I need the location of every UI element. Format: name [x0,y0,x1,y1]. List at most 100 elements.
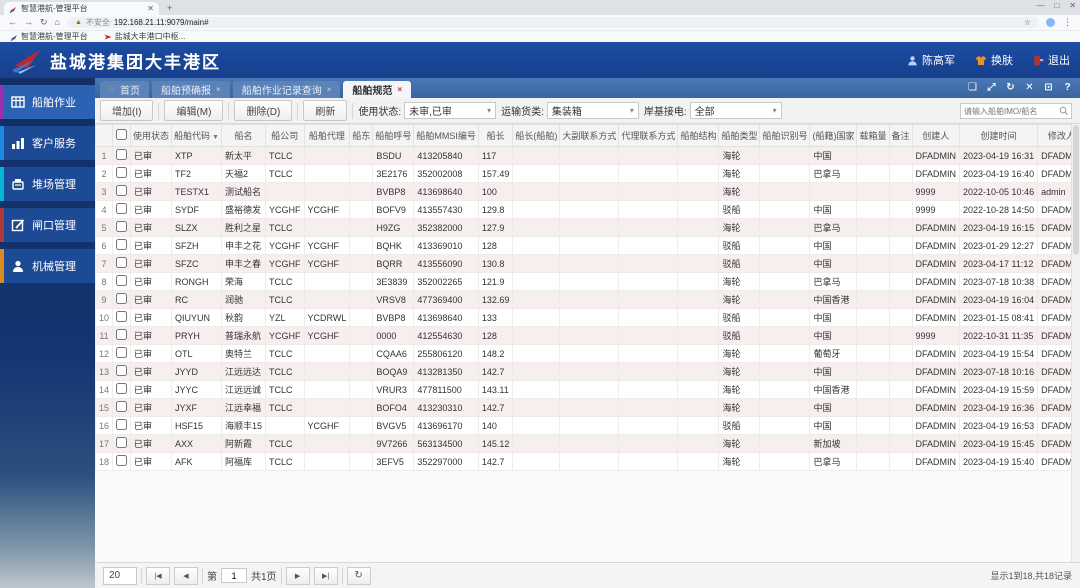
window-close-button[interactable]: ✕ [1069,1,1076,10]
fullscreen-icon[interactable]: ⤢ [984,80,999,95]
row-checkbox[interactable] [116,419,128,430]
table-row[interactable]: 10 已审 QIUYUN 秋韵 YZL YCDRWL BVBP8 413698640 133 驳船… [95,308,1080,327]
row-checkbox[interactable] [116,401,128,412]
row-checkbox[interactable] [116,455,128,466]
tab-close-icon[interactable]: × [397,85,402,94]
column-header[interactable]: 船舶类型 [718,124,761,147]
table-row[interactable]: 12 已审 OTL 奥特兰 TCLC CQAA6 255806120 148.2 海轮 葡萄牙 DF… [95,344,1080,363]
filter-select[interactable]: 全部 ▾ [689,102,782,119]
row-checkbox[interactable] [116,167,128,178]
column-header[interactable]: 备注 [888,124,913,147]
ship-search-input[interactable] [961,106,1059,116]
column-header[interactable]: 船东 [349,124,374,147]
url-field[interactable]: ▲ 不安全 192.168.21.11:9079/main# ☆ [66,17,1039,28]
back-icon[interactable]: ← [8,18,17,27]
column-header[interactable]: 船舶识别号 [759,124,811,147]
bookmark-star-icon[interactable]: ☆ [1024,18,1031,27]
row-checkbox[interactable] [116,383,128,394]
column-header[interactable]: 使用状态 [130,124,173,147]
tab-close-icon[interactable]: × [327,85,332,94]
sidebar-item-machine[interactable]: 机械管理 [0,249,95,283]
browser-menu-icon[interactable]: ⋮ [1063,17,1072,28]
table-row[interactable]: 8 已审 RONGH 荣海 TCLC 3E3839 352002265 121.9 海轮 巴拿马 D… [95,272,1080,291]
table-row[interactable]: 4 已审 SYDF 盛裕德发 YCGHF YCGHF BOFV9 413557430 129.8… [95,200,1080,219]
first-page-button[interactable]: |◀ [146,566,170,585]
column-header[interactable]: 大副联系方式 [559,124,620,147]
column-header[interactable]: 船舶代理 [303,124,351,147]
scrollbar-thumb[interactable] [1073,125,1079,255]
browser-tab[interactable]: 智慧港航-管理平台 ✕ [4,2,159,15]
sidebar-item-yard[interactable]: 堆场管理 [0,167,95,201]
home-icon[interactable]: ⌂ [55,18,60,27]
bookmark-item[interactable]: 盐城大丰港口中枢... [104,31,185,42]
select-all-checkbox[interactable] [116,129,128,140]
column-header[interactable]: 船舶结构 [677,124,720,147]
table-row[interactable]: 14 已审 JYYC 江远远诚 TCLC VRUR3 477811500 143.11 海轮 中国… [95,380,1080,399]
column-header[interactable]: 创建人 [911,124,961,147]
row-checkbox[interactable] [116,239,128,250]
toolbar-button-3[interactable]: 删除(D) [234,100,293,121]
vertical-scrollbar[interactable] [1071,124,1080,562]
table-row[interactable]: 11 已审 PRYH 普瑞永航 YCGHF YCGHF 0000 412554630 128 驳船… [95,326,1080,345]
table-row[interactable]: 5 已审 SLZX 胜利之星 TCLC H9ZG 352382000 127.9 海轮 巴拿马 DF… [95,218,1080,237]
prev-page-button[interactable]: ◀ [174,566,198,585]
pager-refresh-button[interactable]: ↻ [346,566,371,585]
column-header[interactable]: 载箱量 [856,124,890,147]
column-header[interactable]: 船公司 [265,124,305,147]
tab-船舶作业记录查询[interactable]: 船舶作业记录查询 × [232,81,341,98]
page-size-select[interactable]: 20 [103,566,137,585]
window-maximize-button[interactable]: □ [1054,1,1059,10]
filter-select[interactable]: 集装箱 ▾ [546,102,639,119]
help-icon[interactable]: ? [1060,80,1075,95]
column-header[interactable]: 船舶呼号 [372,124,415,147]
row-checkbox[interactable] [116,221,128,232]
reload-icon[interactable]: ↻ [40,18,48,27]
column-header[interactable]: 船舶代码 ▼ [171,124,222,147]
sidebar-item-grid[interactable]: 船舶作业 [0,85,95,119]
table-row[interactable]: 3 已审 TESTX1 测试船名 BVBP8 413698640 100 海轮 9999 2022… [95,182,1080,201]
window-minimize-button[interactable]: — [1036,1,1044,10]
row-checkbox[interactable] [116,347,128,358]
tab-首页[interactable]: ⌂ 首页 [100,81,150,98]
row-checkbox[interactable] [116,293,128,304]
table-row[interactable]: 15 已审 JYXF 江远幸福 TCLC BOFO4 413230310 142.7 海轮 中国 D… [95,398,1080,417]
sidebar-item-chart[interactable]: 客户服务 [0,126,95,160]
logout-button[interactable]: 退出 [1033,52,1070,68]
toolbar-button-4[interactable]: 刷新 [303,100,348,121]
column-header[interactable]: 船舶MMSI编号 [413,124,479,147]
row-checkbox[interactable] [116,203,128,214]
table-row[interactable]: 2 已审 TF2 天福2 TCLC 3E2176 352002008 157.49 海轮 巴拿马 D… [95,164,1080,183]
search-icon[interactable] [1059,106,1069,116]
row-checkbox[interactable] [116,311,128,322]
row-checkbox[interactable] [116,365,128,376]
filter-select[interactable]: 未审,已审 ▾ [404,102,497,119]
column-header[interactable]: 船名 [220,124,267,147]
table-row[interactable]: 16 已审 HSF15 海顺丰15 YCGHF BVGV5 413696170 140 驳船 中国… [95,416,1080,435]
bookmark-item[interactable]: 智慧港航-管理平台 [10,31,88,42]
table-row[interactable]: 7 已审 SFZC 申丰之春 YCGHF YCGHF BQRR 413556090 130.8 驳… [95,254,1080,273]
column-header[interactable]: (船籍)国家 [809,124,858,147]
table-row[interactable]: 9 已审 RC 润驰 TCLC VRSV8 477369400 132.69 海轮 中国香港 DFA… [95,290,1080,309]
sidebar-item-gate[interactable]: 闸口管理 [0,208,95,242]
row-checkbox[interactable] [116,275,128,286]
last-page-button[interactable]: ▶| [313,566,338,585]
next-page-button[interactable]: ▶ [285,566,310,585]
tab-船舶预确报[interactable]: 船舶预确报 × [152,81,230,98]
save-layout-icon[interactable]: ❏ [965,80,980,95]
tab-close-icon[interactable]: × [216,85,221,94]
table-row[interactable]: 1 已审 XTP 新太平 TCLC BSDU 413205840 117 海轮 中国 DFADMIN… [95,146,1080,165]
row-checkbox[interactable] [116,185,128,196]
current-user[interactable]: 陈高军 [907,52,955,68]
table-row[interactable]: 6 已审 SFZH 申丰之花 YCGHF YCGHF BQHK 413369010 128 驳船中… [95,236,1080,255]
table-row[interactable]: 18 已审 AFK 阿福库 TCLC 3EFV5 352297000 142.7 海轮 巴拿马 DF… [95,452,1080,471]
table-row[interactable]: 17 已审 AXX 阿新霞 TCLC 9V7266 563134500 145.12 海轮 新加坡… [95,434,1080,453]
column-header[interactable]: 创建时间 [959,124,1039,147]
close-icon[interactable]: ✕ [1022,80,1037,95]
column-header[interactable]: 船长(船舶) [512,124,561,147]
row-checkbox[interactable] [116,437,128,448]
toolbar-button-1[interactable]: 增加(I) [100,100,154,121]
new-tab-button[interactable]: + [167,3,172,13]
page-number-input[interactable] [221,568,247,583]
forward-icon[interactable]: → [24,18,33,27]
row-checkbox[interactable] [116,149,128,160]
